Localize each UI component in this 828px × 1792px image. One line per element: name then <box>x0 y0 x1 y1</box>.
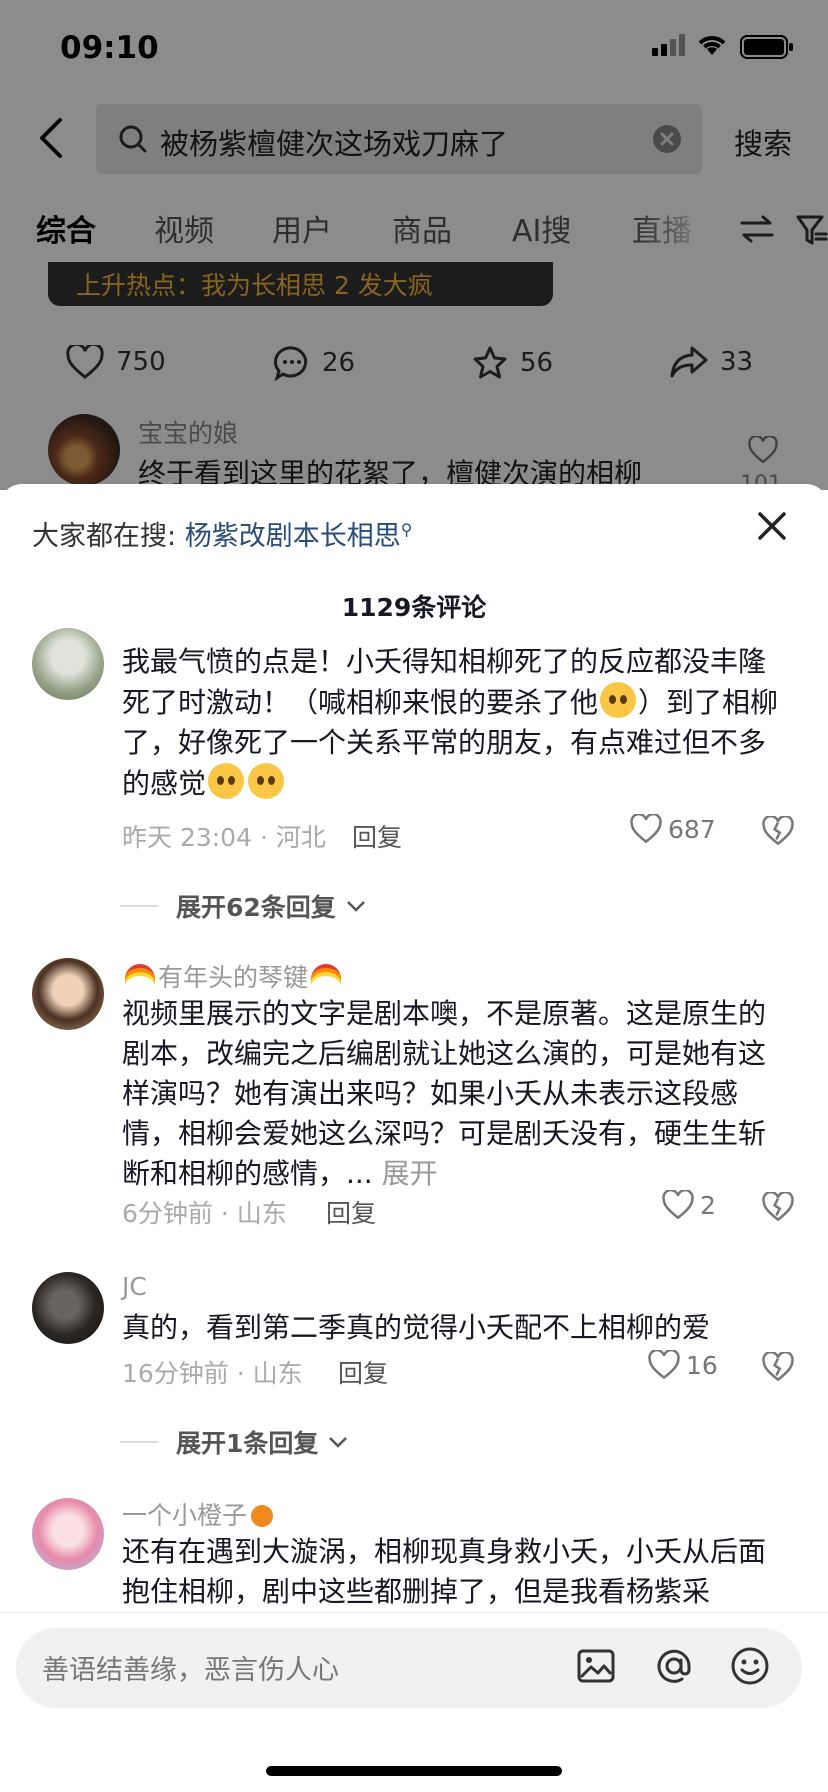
comment-text: 视频里展示的文字是剧本噢，不是原著。这是原生的剧本，改编完之后编剧就让她这么演的… <box>122 997 767 1190</box>
search-icon: ⚲ <box>400 520 413 539</box>
comment-username[interactable]: JC <box>122 1272 147 1301</box>
comment-text: 我最气愤的点是！小夭得知相柳死了的反应都没丰隆死了时激动！（喊相柳来恨的要杀了他… <box>122 645 779 800</box>
crying-emoji-icon <box>248 763 285 799</box>
trending-label: 大家都在搜: <box>32 521 177 552</box>
expand-replies[interactable]: 展开1条回复 <box>120 1424 348 1460</box>
comment-meta: 昨天 23:04 · 河北 <box>122 823 326 852</box>
expand-divider <box>120 905 158 907</box>
comment-meta: 6分钟前 · 山东 <box>122 1199 287 1228</box>
dislike-icon[interactable] <box>762 1192 794 1222</box>
overlay-dim[interactable] <box>0 0 828 490</box>
comment-input-placeholder: 善语结善缘，恶言伤人心 <box>42 1655 339 1686</box>
reply-button[interactable]: 回复 <box>352 818 402 854</box>
avatar[interactable] <box>32 958 104 1030</box>
comment-item: JC 真的，看到第二季真的觉得小夭配不上相柳的爱 16分钟前 · 山东 回复 1… <box>0 1272 828 1472</box>
like-button[interactable]: 687 <box>630 814 716 844</box>
dislike-icon[interactable] <box>762 816 794 846</box>
comment-item: 我最气愤的点是！小夭得知相柳死了的反应都没丰隆死了时激动！（喊相柳来恨的要杀了他… <box>0 628 828 922</box>
trending-search[interactable]: 大家都在搜: 杨紫改剧本长相思⚲ <box>32 514 412 553</box>
reply-button[interactable]: 回复 <box>338 1354 388 1390</box>
home-indicator[interactable] <box>266 1766 562 1776</box>
avatar[interactable] <box>32 628 104 700</box>
rainbow-emoji-icon <box>125 964 155 984</box>
like-button[interactable]: 16 <box>648 1350 718 1380</box>
orange-emoji-icon <box>251 1505 274 1527</box>
like-count: 2 <box>700 1190 716 1220</box>
avatar[interactable] <box>32 1498 104 1570</box>
comment-text: 还有在遇到大漩涡，相柳现真身救小夭，小夭从后面抱住相柳，剧中这些都删掉了，但是我… <box>122 1535 767 1608</box>
comment-count-title: 1129条评论 <box>341 593 487 622</box>
comment-text: 真的，看到第二季真的觉得小夭配不上相柳的爱 <box>122 1311 711 1344</box>
heart-icon <box>630 814 662 844</box>
comment-item: 有年头的琴键 视频里展示的文字是剧本噢，不是原著。这是原生的剧本，改编完之后编剧… <box>0 958 828 1238</box>
expand-replies[interactable]: 展开62条回复 <box>120 888 366 924</box>
dislike-icon[interactable] <box>762 1352 794 1382</box>
comment-item: 一个小橙子 还有在遇到大漩涡，相柳现真身救小夭，小夭从后面抱住相柳，剧中这些都删… <box>0 1492 828 1612</box>
like-count: 16 <box>686 1350 718 1380</box>
expand-divider <box>120 1441 158 1443</box>
trending-query-link[interactable]: 杨紫改剧本长相思 <box>185 521 401 552</box>
reply-button[interactable]: 回复 <box>326 1194 376 1230</box>
expand-text-link[interactable]: 展开 <box>382 1157 438 1190</box>
comment-username[interactable]: 一个小橙子 <box>122 1496 274 1532</box>
expand-label: 展开1条回复 <box>176 1429 319 1458</box>
input-divider <box>0 1612 828 1613</box>
pleading-emoji-icon <box>600 682 637 718</box>
chevron-down-icon <box>346 901 365 912</box>
expand-label: 展开62条回复 <box>176 893 336 922</box>
like-button[interactable]: 2 <box>662 1190 716 1220</box>
image-icon[interactable] <box>576 1646 616 1686</box>
chevron-down-icon <box>329 1437 348 1448</box>
at-icon[interactable] <box>654 1646 694 1686</box>
like-count: 687 <box>668 814 716 844</box>
heart-icon <box>648 1350 680 1380</box>
comment-meta: 16分钟前 · 山东 <box>122 1359 303 1388</box>
close-icon[interactable] <box>756 510 788 542</box>
crying-emoji-icon <box>208 763 245 799</box>
heart-icon <box>662 1190 694 1220</box>
comment-sheet: 大家都在搜: 杨紫改剧本长相思⚲ 1129条评论 我最气愤的点是！小夭得知相柳死… <box>0 484 828 1792</box>
comment-username[interactable]: 有年头的琴键 <box>122 958 344 994</box>
avatar[interactable] <box>32 1272 104 1344</box>
comment-input[interactable]: 善语结善缘，恶言伤人心 <box>16 1628 802 1708</box>
emoji-icon[interactable] <box>730 1646 770 1686</box>
rainbow-emoji-icon <box>311 964 342 984</box>
